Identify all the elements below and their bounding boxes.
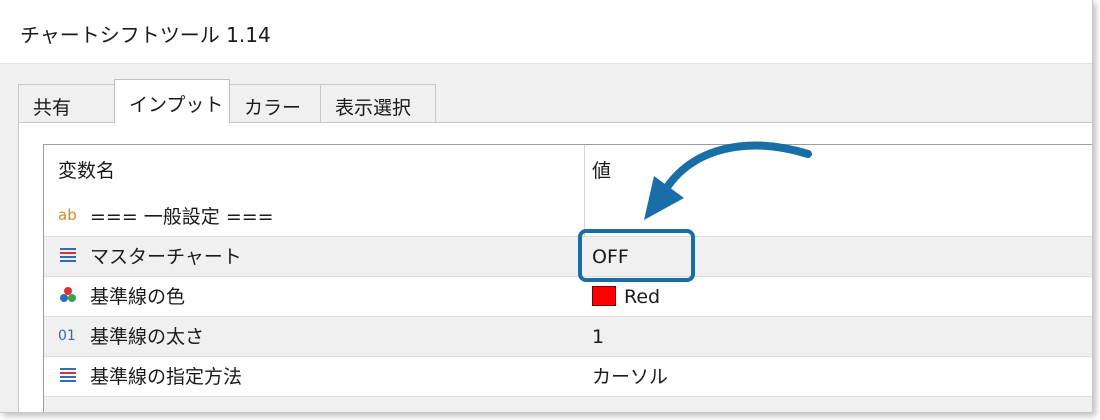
table-row[interactable]: 基準線の指定方法 カーソル [44,357,1092,398]
line-width-value[interactable]: 1 [592,317,604,357]
table-row[interactable]: ab === 一般設定 === [44,197,1092,238]
svg-text:ab: ab [58,206,77,224]
tab-bar: 共有 インプット カラー 表示選択 [0,79,1092,123]
table-row[interactable]: 01 基準線の太さ 1 [44,317,1092,358]
line-method-value[interactable]: カーソル [592,357,668,397]
value-highlight-box [578,229,695,282]
callout-arrow-icon [644,141,812,220]
ab-string-icon: ab [58,198,82,238]
row-name: 基準線の色 [90,286,186,308]
enum-list-icon [58,358,82,398]
svg-text:01: 01 [58,328,76,344]
input-tab-panel: 変数名 値 ab === 一般設定 === マスターチャート OFF 基準線の色… [18,122,1092,412]
tab-display-select[interactable]: 表示選択 [320,84,436,122]
table-row[interactable] [44,397,1092,412]
grid-header-row: 変数名 値 [44,145,1092,197]
red-color-swatch [592,286,616,306]
window-title: チャートシフトツール 1.14 [20,23,271,47]
input-settings-window: チャートシフトツール 1.14 共有 インプット カラー 表示選択 変数名 値 … [0,0,1093,413]
tab-color[interactable]: カラー [229,84,321,122]
row-name: === 一般設定 === [90,206,274,228]
row-name: マスターチャート [90,246,242,268]
line-color-value[interactable]: Red [592,277,660,317]
tab-shared[interactable]: 共有 [18,84,115,122]
table-row[interactable]: マスターチャート OFF [44,237,1092,278]
table-row[interactable]: 基準線の色 Red [44,277,1092,318]
column-header-value[interactable]: 値 [592,145,611,197]
title-bar: チャートシフトツール 1.14 [0,0,1092,64]
column-header-variable-name[interactable]: 変数名 [58,145,115,197]
tab-input[interactable]: インプット [114,79,230,123]
row-name: 基準線の指定方法 [90,366,243,388]
color-palette-icon [58,278,82,318]
row-name: 基準線の太さ [90,326,205,348]
parameters-grid: 変数名 値 ab === 一般設定 === マスターチャート OFF 基準線の色… [43,144,1092,412]
integer-icon: 01 [58,318,82,358]
enum-list-icon [58,238,82,278]
